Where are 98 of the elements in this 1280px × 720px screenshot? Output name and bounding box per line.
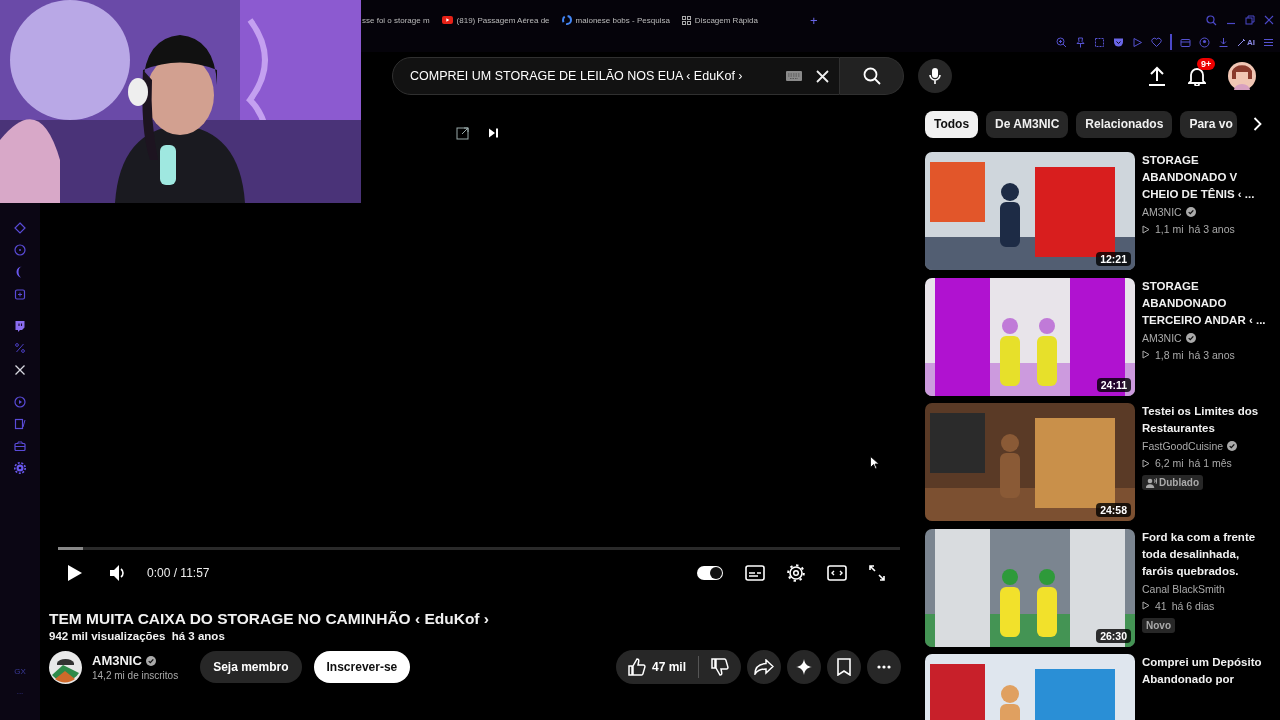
search-button[interactable] bbox=[840, 57, 904, 95]
progress-bar[interactable] bbox=[58, 547, 900, 550]
filter-chip[interactable]: Para vo bbox=[1180, 110, 1238, 138]
play-icon bbox=[1142, 224, 1150, 234]
crop-icon[interactable] bbox=[1094, 36, 1105, 48]
grid-icon bbox=[681, 15, 691, 25]
video-title[interactable]: Testei os Limites dos Restaurantes bbox=[1142, 403, 1272, 437]
more-icon[interactable] bbox=[877, 665, 891, 669]
ask-ai-button[interactable] bbox=[787, 650, 821, 684]
upload-age: há 1 mês bbox=[1188, 457, 1232, 469]
video-title[interactable]: Ford ka com a frente toda desalinhada, faróis quebrados. bbox=[1142, 528, 1272, 580]
browser-tab[interactable]: maionese bobs - Pesquisa bbox=[561, 15, 670, 25]
voice-search-button[interactable] bbox=[918, 59, 952, 93]
subtitles-icon[interactable] bbox=[745, 565, 765, 581]
doc-icon[interactable] bbox=[14, 418, 26, 430]
fullscreen-icon[interactable] bbox=[869, 565, 885, 581]
video-duration: 24:58 bbox=[1096, 503, 1131, 517]
settings-icon[interactable] bbox=[787, 564, 805, 582]
time-display: 0:00 / 11:57 bbox=[147, 566, 210, 580]
channel-name[interactable]: FastGoodCuisine bbox=[1142, 440, 1238, 452]
gear-icon[interactable] bbox=[14, 462, 26, 474]
youtube-icon bbox=[441, 16, 453, 24]
like-button[interactable]: 47 mil bbox=[615, 650, 698, 684]
filter-chip[interactable]: Relacionados bbox=[1076, 110, 1173, 138]
subscriber-count: 14,2 mi de inscritos bbox=[92, 670, 179, 681]
new-badge: Novo bbox=[1142, 617, 1175, 633]
view-count: 41 bbox=[1155, 599, 1167, 612]
search-bar[interactable]: COMPREI UM STORAGE DE LEILÃO NOS EUA ‹ EduKof › bbox=[392, 57, 840, 95]
video-title[interactable]: STORAGE ABANDONADO TERCEIRO ANDAR ‹ ... bbox=[1142, 277, 1272, 329]
view-count: 6,2 mi bbox=[1155, 457, 1184, 469]
heart-icon[interactable] bbox=[1151, 36, 1162, 48]
join-button[interactable]: Seja membro bbox=[200, 651, 302, 683]
upload-age: há 3 anos bbox=[1188, 223, 1235, 235]
notification-badge: 9+ bbox=[1197, 58, 1216, 70]
bag-icon[interactable] bbox=[14, 440, 26, 452]
browser-tab[interactable]: sse foi o storage m bbox=[362, 15, 430, 25]
account-icon[interactable] bbox=[1199, 36, 1210, 48]
share-button[interactable] bbox=[747, 650, 781, 684]
close-icon[interactable] bbox=[1264, 15, 1274, 25]
thumbs-up-icon[interactable] bbox=[627, 658, 646, 676]
chevron-right-icon[interactable] bbox=[1253, 117, 1263, 131]
channel-name[interactable]: AM3NIC bbox=[1142, 331, 1196, 344]
menu-icon[interactable] bbox=[1263, 36, 1274, 48]
browser-tab[interactable]: (819) Passagem Aérea de bbox=[441, 15, 550, 25]
twitch-icon[interactable] bbox=[14, 320, 26, 332]
filter-chip[interactable]: Todos bbox=[925, 110, 979, 138]
browser-tab[interactable]: Discagem Rápida bbox=[681, 15, 758, 25]
new-tab-button[interactable]: + bbox=[805, 12, 822, 28]
download-icon[interactable] bbox=[1218, 36, 1229, 48]
dubbed-badge: Dublado bbox=[1142, 475, 1203, 490]
thumbs-down-icon[interactable] bbox=[711, 658, 729, 676]
diamond-icon[interactable] bbox=[14, 222, 26, 234]
search-icon[interactable] bbox=[862, 67, 881, 85]
channel-avatar[interactable] bbox=[49, 650, 82, 684]
x-logo-icon[interactable] bbox=[14, 364, 26, 376]
play-icon bbox=[1142, 601, 1150, 610]
channel-name[interactable]: Canal BlackSmith bbox=[1142, 582, 1225, 595]
video-stats: 942 mil visualizações há 3 anos bbox=[49, 630, 226, 642]
box-icon[interactable] bbox=[14, 288, 26, 300]
cursor-icon bbox=[870, 456, 879, 470]
microphone-icon[interactable] bbox=[929, 67, 941, 85]
wallet-icon[interactable] bbox=[1180, 36, 1191, 48]
channel-name[interactable]: AM3NIC bbox=[1142, 206, 1196, 218]
bell-icon[interactable] bbox=[1188, 66, 1206, 86]
sparkle-icon[interactable] bbox=[796, 659, 812, 675]
zoom-icon[interactable] bbox=[1056, 36, 1067, 48]
video-duration: 12:21 bbox=[1096, 252, 1131, 266]
pin-icon[interactable] bbox=[1075, 36, 1086, 48]
clear-icon[interactable] bbox=[816, 69, 829, 83]
subscribe-button[interactable]: Inscrever-se bbox=[313, 651, 411, 683]
filter-chip[interactable]: De AM3NIC bbox=[986, 110, 1069, 138]
video-title[interactable]: Comprei um Depósito Abandonado por bbox=[1142, 654, 1272, 688]
bookmark-icon[interactable] bbox=[837, 658, 851, 676]
autoplay-toggle[interactable] bbox=[697, 566, 723, 580]
theater-mode-icon[interactable] bbox=[827, 565, 847, 581]
next-icon[interactable] bbox=[487, 127, 499, 139]
avatar[interactable] bbox=[1228, 62, 1256, 90]
save-button[interactable] bbox=[827, 650, 861, 684]
view-count: 1,1 mi bbox=[1155, 223, 1184, 235]
miniplayer-icon[interactable] bbox=[456, 126, 470, 140]
google-icon bbox=[561, 15, 572, 25]
video-title: TEM MUITA CAIXA DO STORAGE NO CAMINHÃO ‹ EduKof › bbox=[49, 609, 490, 629]
volume-icon[interactable] bbox=[109, 564, 125, 582]
play-icon bbox=[1142, 350, 1150, 359]
channel-name[interactable]: AM3NIC bbox=[92, 653, 179, 668]
more-button[interactable] bbox=[867, 650, 901, 684]
upload-age: há 3 anos bbox=[1188, 348, 1235, 361]
ai-button[interactable]: AI bbox=[1237, 37, 1255, 47]
upload-icon[interactable] bbox=[1148, 66, 1166, 86]
circle-icon[interactable] bbox=[14, 244, 26, 256]
video-title[interactable]: STORAGE ABANDONADO V CHEIO DE TÊNIS ‹ ... bbox=[1142, 152, 1272, 203]
search-input[interactable]: COMPREI UM STORAGE DE LEILÃO NOS EUA ‹ EduKof › bbox=[408, 68, 772, 84]
upload-age: há 6 dias bbox=[1171, 599, 1215, 612]
play-icon bbox=[1142, 458, 1150, 468]
play-icon[interactable] bbox=[67, 564, 83, 582]
shield-icon[interactable] bbox=[1113, 36, 1124, 48]
view-count: 1,8 mi bbox=[1155, 348, 1184, 361]
share-icon[interactable] bbox=[754, 659, 774, 675]
